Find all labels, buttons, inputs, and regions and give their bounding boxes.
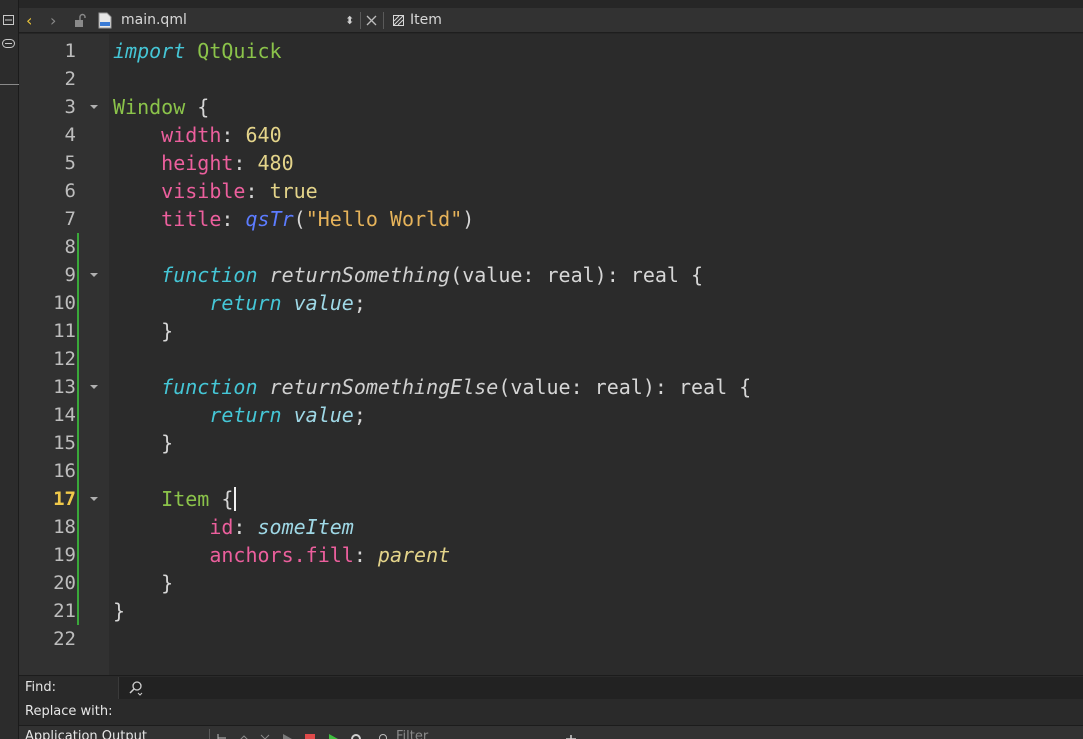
plus-icon[interactable] — [565, 729, 577, 739]
current-symbol-selector[interactable]: Item — [410, 8, 442, 33]
text-cursor — [234, 487, 237, 511]
fold-arrow-icon[interactable] — [90, 373, 98, 401]
code-line-current: Item { — [113, 485, 237, 513]
code-line: anchors.fill: parent — [209, 543, 451, 567]
gear-icon[interactable] — [350, 729, 362, 739]
line-number: 22 — [53, 628, 76, 650]
split-view-icon[interactable] — [2, 15, 15, 26]
close-icon[interactable] — [366, 15, 377, 26]
line-number: 4 — [64, 124, 76, 146]
line-number: 12 — [53, 348, 76, 370]
link-icon[interactable] — [2, 39, 15, 50]
attach-icon[interactable] — [216, 729, 228, 739]
stop-icon[interactable] — [304, 729, 316, 739]
updown-arrows-icon[interactable]: ⬍ — [345, 8, 354, 33]
symbol-icon — [393, 15, 404, 26]
line-number: 16 — [53, 460, 76, 482]
line-number: 21 — [53, 600, 76, 622]
code-line: Window { — [113, 95, 210, 119]
filter-input[interactable]: Filter — [396, 729, 428, 739]
code-line: return value; — [209, 291, 366, 315]
line-number: 2 — [64, 68, 76, 90]
chevron-up-icon[interactable] — [238, 729, 250, 739]
play-icon[interactable] — [281, 729, 293, 739]
code-line: visible: true — [161, 179, 318, 203]
line-number: 9 — [64, 264, 76, 286]
output-pane-title[interactable]: Application Output — [25, 729, 147, 739]
code-editor[interactable]: import QtQuick Window { width: 640 heigh… — [109, 34, 1083, 675]
code-line: function returnSomething(value: real): r… — [161, 263, 704, 287]
line-number-gutter: 1 2 3 4 5 6 7 8 9 10 11 12 13 14 15 16 1… — [19, 34, 109, 675]
document-name[interactable]: main.qml — [121, 8, 187, 33]
line-number: 11 — [53, 320, 76, 342]
chevron-right-icon[interactable]: › — [50, 8, 56, 33]
code-line: } — [161, 431, 174, 455]
minus-icon[interactable] — [589, 729, 601, 739]
line-number: 14 — [53, 404, 76, 426]
code-line: } — [113, 599, 126, 623]
replace-label: Replace with: — [25, 704, 113, 719]
line-number: 18 — [53, 516, 76, 538]
change-marker — [77, 233, 79, 625]
toolbar-divider — [360, 12, 361, 29]
unlock-icon[interactable] — [74, 8, 86, 33]
line-number: 19 — [53, 544, 76, 566]
line-number: 8 — [64, 236, 76, 258]
strip-divider — [0, 84, 19, 85]
line-number: 20 — [53, 572, 76, 594]
line-number: 6 — [64, 180, 76, 202]
chevron-left-icon[interactable]: ‹ — [26, 8, 32, 33]
find-replace-bar: Find: Replace with: — [19, 675, 1083, 725]
fold-arrow-icon[interactable] — [90, 261, 98, 289]
code-line: import QtQuick — [113, 39, 282, 63]
code-line: return value; — [209, 403, 366, 427]
code-line: } — [161, 571, 174, 595]
code-line: height: 480 — [161, 151, 294, 175]
code-line: } — [161, 319, 174, 343]
close-icon[interactable] — [259, 729, 271, 739]
run-icon[interactable] — [327, 729, 339, 739]
line-number: 7 — [64, 208, 76, 230]
code-line: function returnSomethingElse(value: real… — [161, 375, 752, 399]
line-number: 5 — [64, 152, 76, 174]
editor-toolbar: ‹ › main.qml ⬍ Item — [19, 8, 1083, 33]
fold-arrow-icon[interactable] — [90, 93, 98, 121]
search-icon — [376, 729, 388, 739]
fold-arrow-icon[interactable] — [90, 485, 98, 513]
current-line-number: 17 — [53, 488, 76, 510]
line-number: 10 — [53, 292, 76, 314]
find-label: Find: — [25, 680, 57, 695]
line-number: 13 — [53, 376, 76, 398]
line-number: 1 — [64, 40, 76, 62]
toolbar-divider — [383, 12, 384, 29]
code-line: title: qsTr("Hello World") — [161, 207, 475, 231]
code-line: id: someItem — [209, 515, 354, 539]
line-number: 3 — [64, 96, 76, 118]
code-line: width: 640 — [161, 123, 282, 147]
line-number: 15 — [53, 432, 76, 454]
toolbar-divider — [209, 729, 210, 739]
search-icon[interactable] — [128, 680, 144, 696]
left-sidebar-strip — [0, 0, 19, 739]
qml-file-icon — [98, 12, 112, 29]
output-pane-header: Application Output Filter — [19, 725, 1083, 739]
find-input[interactable] — [118, 677, 1083, 699]
